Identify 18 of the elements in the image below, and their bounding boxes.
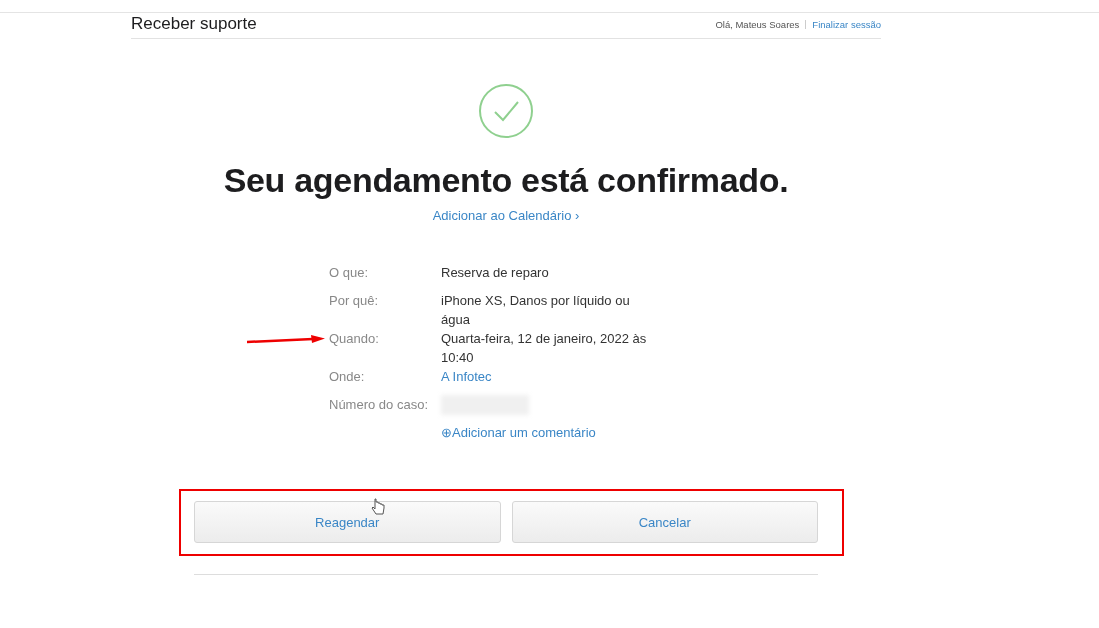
confirmation-heading: Seu agendamento está confirmado. bbox=[223, 161, 789, 200]
checkmark-circle-icon bbox=[478, 83, 534, 139]
detail-label: O que: bbox=[329, 264, 370, 282]
detail-label: Número do caso: bbox=[329, 396, 429, 414]
action-button[interactable]: Reagendar bbox=[194, 501, 501, 543]
detail-value: iPhone XS, Danos por líquido ou água bbox=[441, 292, 631, 329]
detail-value: Quarta-feira, 12 de janeiro, 2022 às 10:40 bbox=[441, 330, 648, 367]
detail-label: Quando: bbox=[329, 330, 380, 348]
sign-out-link[interactable]: Finalizar sessão bbox=[812, 18, 881, 30]
detail-value: Reserva de reparo bbox=[441, 264, 550, 282]
detail-label: Por quê: bbox=[329, 292, 380, 310]
greeting-text: Olá, Mateus Soares bbox=[715, 18, 800, 30]
detail-label: Onde: bbox=[329, 368, 366, 386]
page-title: Receber suporte bbox=[131, 14, 257, 34]
add-to-calendar-link[interactable]: Adicionar ao Calendário › bbox=[432, 208, 580, 223]
action-button[interactable]: Cancelar bbox=[511, 501, 818, 543]
add-comment-link[interactable]: ⊕Adicionar um comentário bbox=[441, 425, 596, 440]
location-link[interactable]: A Infotec bbox=[441, 369, 492, 384]
